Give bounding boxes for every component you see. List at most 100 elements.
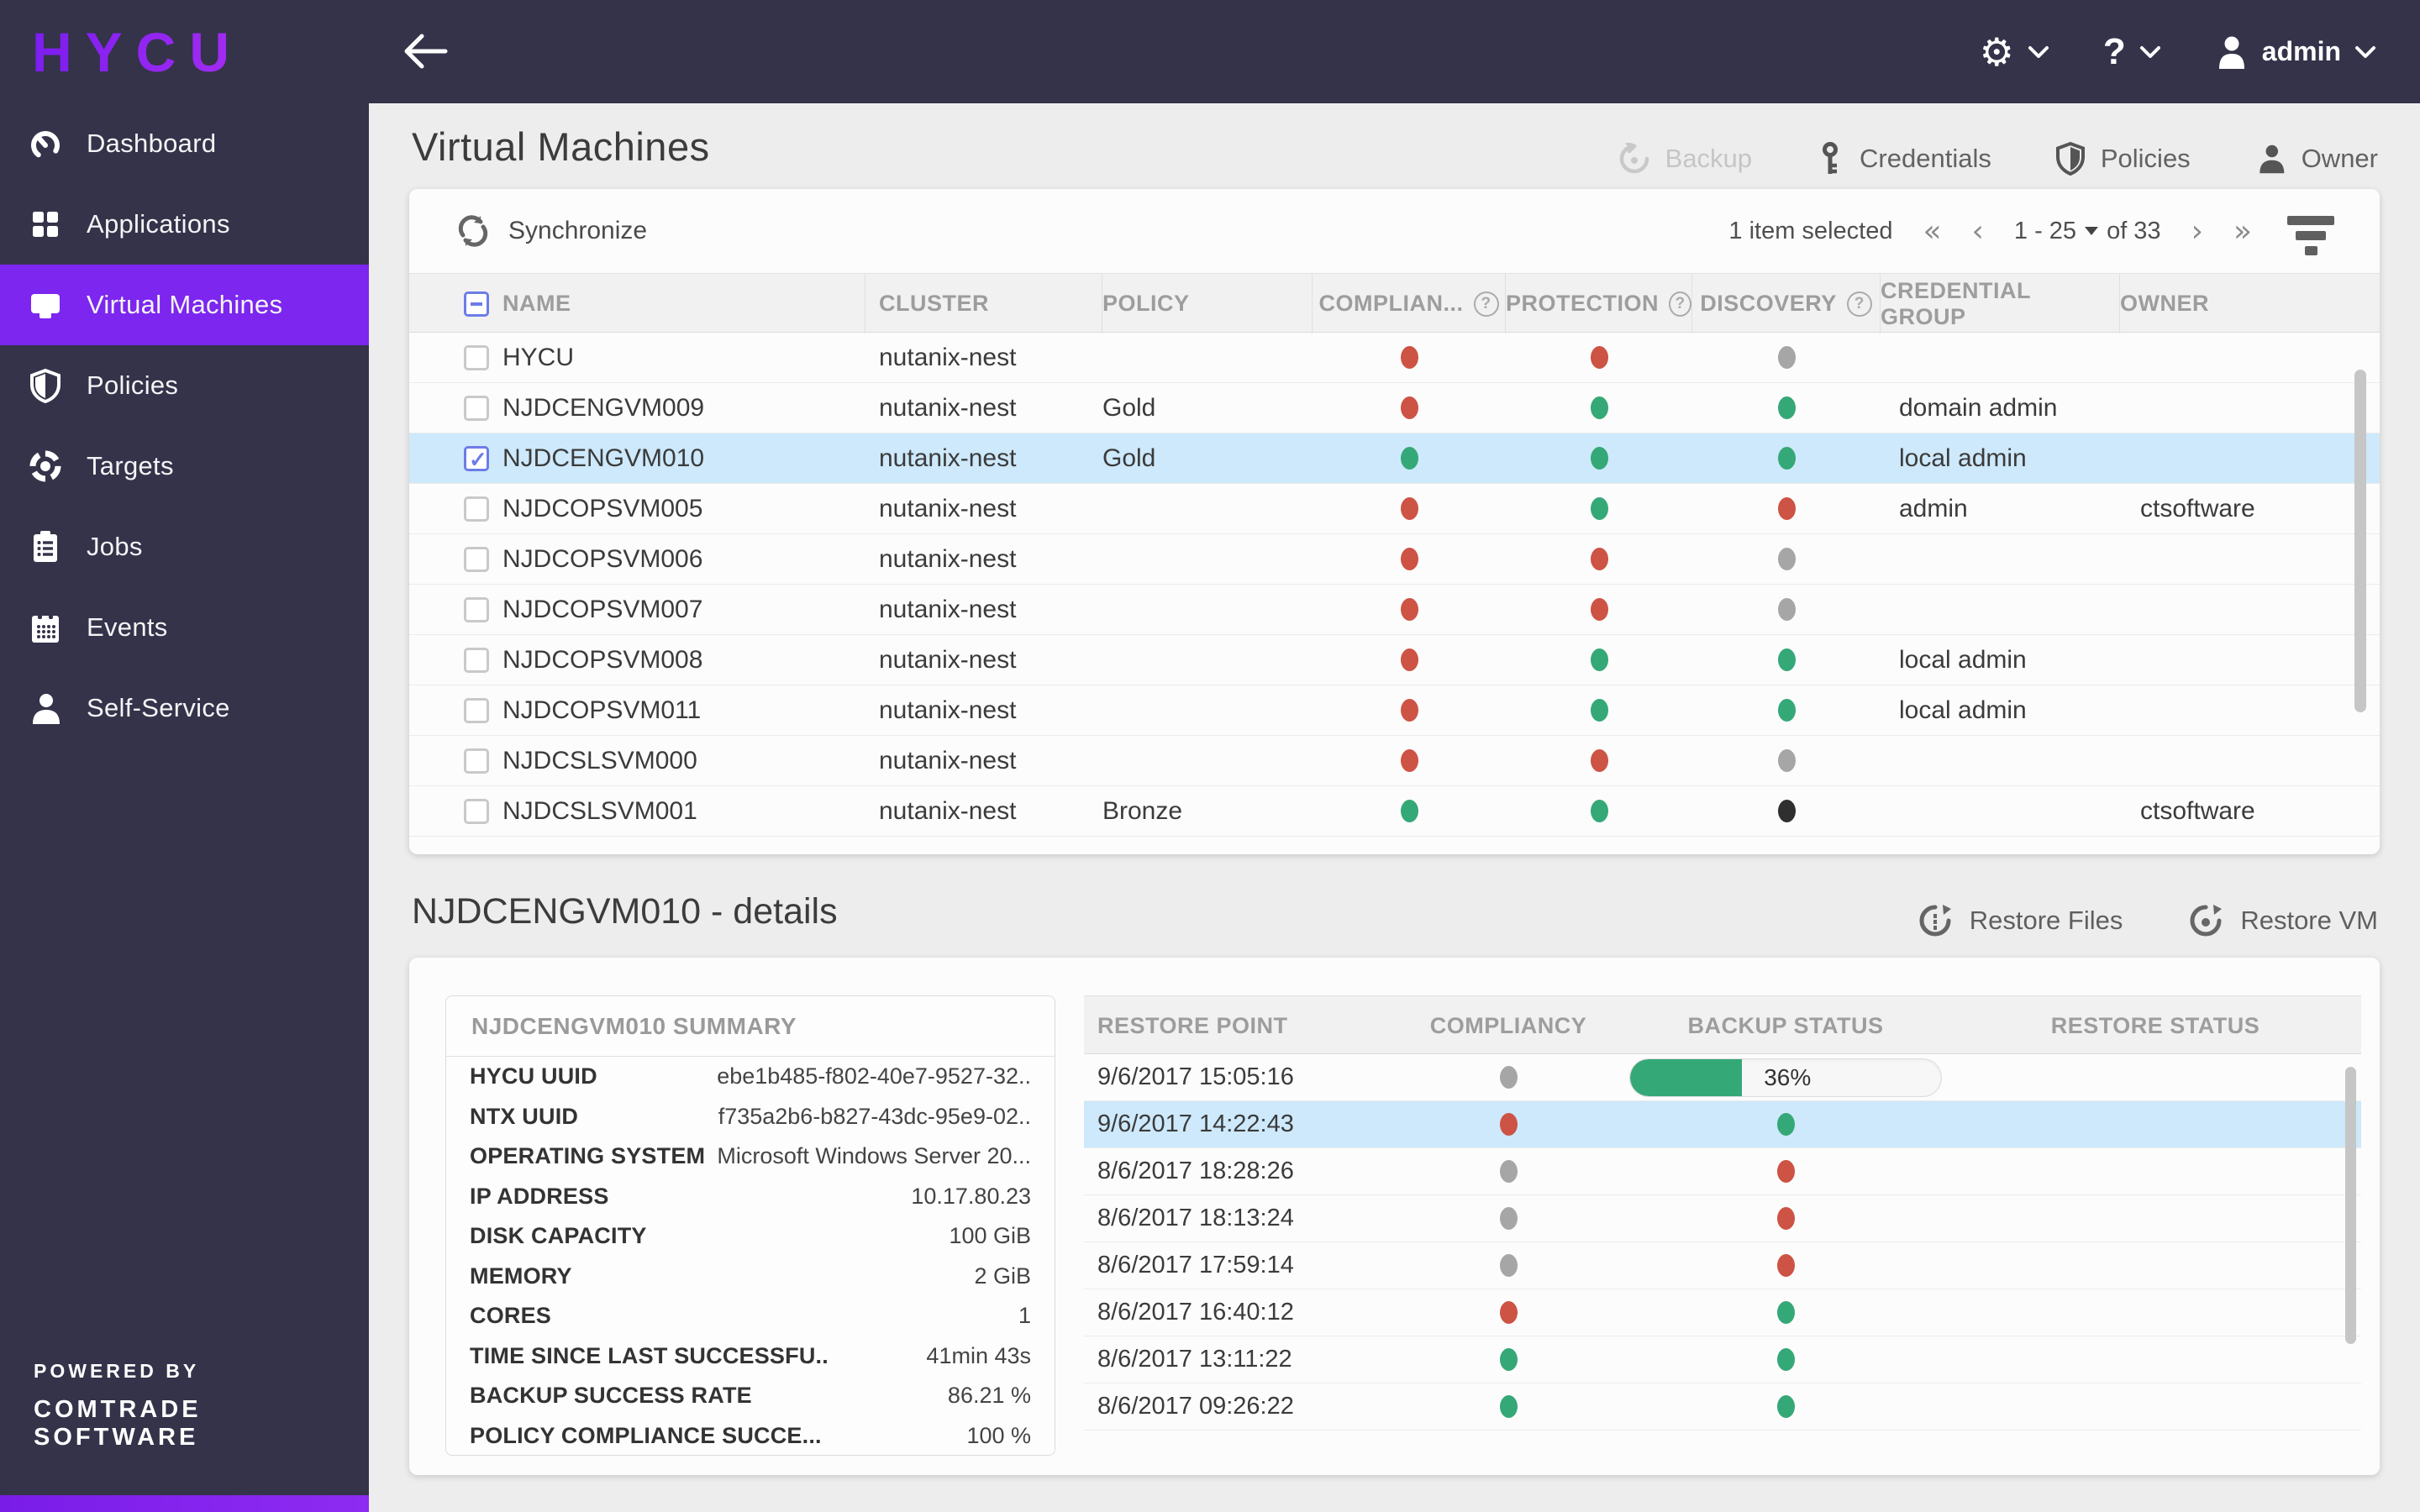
sidebar-item-events[interactable]: Events (0, 587, 369, 668)
row-checkbox[interactable] (464, 395, 489, 421)
row-checkbox-cell (409, 748, 502, 774)
sidebar-item-applications[interactable]: Applications (0, 184, 369, 265)
credentials-button[interactable]: Credentials (1816, 142, 1991, 176)
filter-button[interactable] (2282, 211, 2339, 260)
sync-icon (456, 214, 490, 248)
red-status-dot (1776, 1254, 1795, 1277)
vm-policy: Bronze (1102, 796, 1183, 825)
table-row[interactable]: HYCU nutanix-nest (409, 333, 2380, 383)
chevron-down-icon (2028, 45, 2049, 59)
row-checkbox[interactable] (464, 798, 489, 824)
summary-row: BACKUP SUCCESS RATE 86.21 % (446, 1376, 1055, 1416)
column-header-discovery[interactable]: DISCOVERY ? (1692, 274, 1881, 333)
restore-point-time: 8/6/2017 09:26:22 (1097, 1393, 1294, 1420)
column-header-compliance[interactable]: COMPLIAN... ? (1313, 274, 1506, 333)
user-menu[interactable]: admin (2215, 34, 2376, 70)
row-checkbox[interactable] (464, 546, 489, 572)
vm-policy: Gold (1102, 393, 1156, 422)
page-total-label: of 33 (2107, 217, 2161, 244)
sidebar-item-jobs[interactable]: Jobs (0, 507, 369, 587)
row-checkbox[interactable] (464, 445, 489, 473)
table-row[interactable]: NJDCOPSVM008 nutanix-nest local admin (409, 635, 2380, 685)
green-status-dot (1400, 447, 1418, 470)
green-status-dot (1777, 648, 1796, 671)
table-row[interactable]: NJDCENGVM010 nutanix-nest Gold local admin (409, 433, 2380, 484)
restore-point-row[interactable]: 9/6/2017 15:05:16 36% (1084, 1054, 2361, 1101)
column-header-credential-group[interactable]: CREDENTIAL GROUP (1881, 274, 2120, 333)
backup-progress-fill (1630, 1058, 1743, 1096)
row-checkbox[interactable] (464, 344, 489, 370)
status-dot-cell (1506, 346, 1692, 369)
table-row[interactable]: NJDCOPSVM007 nutanix-nest (409, 585, 2380, 635)
restore-files-button[interactable]: Restore Files (1918, 903, 2123, 938)
next-page-button[interactable]: › (2191, 214, 2203, 249)
backup-button[interactable]: Backup (1618, 143, 1752, 175)
person-icon (28, 690, 63, 726)
prev-page-button[interactable]: ‹ (1971, 214, 1983, 249)
red-status-dot (1400, 497, 1418, 520)
row-checkbox-cell (409, 546, 502, 572)
sidebar-item-label: Targets (87, 451, 174, 480)
restore-point-row[interactable]: 8/6/2017 18:28:26 (1084, 1148, 2361, 1195)
settings-menu[interactable]: ⚙ (1980, 33, 2049, 71)
row-checkbox[interactable] (464, 647, 489, 673)
synchronize-button[interactable]: Synchronize (456, 214, 647, 248)
column-header-cluster[interactable]: CLUSTER (865, 274, 1102, 333)
select-all-checkbox[interactable] (464, 291, 489, 317)
vm-credential-group: admin (1899, 494, 1968, 522)
table-row[interactable]: NJDCOPSVM011 nutanix-nest local admin (409, 685, 2380, 736)
sidebar-item-targets[interactable]: Targets (0, 426, 369, 507)
row-checkbox[interactable] (464, 496, 489, 522)
help-circle-icon[interactable]: ? (1846, 291, 1872, 317)
column-header-owner[interactable]: OWNER (2120, 274, 2380, 333)
sidebar-item-self-service[interactable]: Self-Service (0, 668, 369, 748)
vm-cluster: nutanix-nest (879, 645, 1017, 674)
table-row[interactable]: NJDCOPSVM006 nutanix-nest (409, 534, 2380, 585)
vm-name: NJDCSLSVM001 (502, 796, 697, 825)
restore-point-row[interactable]: 9/6/2017 14:22:43 (1084, 1101, 2361, 1148)
vm-owner: ctsoftware (2140, 494, 2255, 522)
summary-value: 86.21 % (947, 1383, 1031, 1409)
sidebar-item-virtual-machines[interactable]: Virtual Machines (0, 265, 369, 345)
row-checkbox[interactable] (464, 748, 489, 774)
restore-point-row[interactable]: 8/6/2017 09:26:22 (1084, 1383, 2361, 1431)
help-circle-icon[interactable]: ? (1669, 291, 1691, 317)
page-range-dropdown[interactable]: 1 - 25 of 33 (2014, 218, 2161, 245)
sidebar-item-dashboard[interactable]: Dashboard (0, 103, 369, 184)
sidebar-accent-bar (0, 1495, 369, 1512)
row-checkbox[interactable] (464, 596, 489, 622)
column-header-protection[interactable]: PROTECTION ? (1506, 274, 1692, 333)
help-menu[interactable]: ? (2103, 31, 2161, 73)
first-page-button[interactable]: « (1923, 214, 1941, 249)
restore-vm-button[interactable]: Restore VM (2188, 903, 2378, 938)
green-status-dot (1776, 1113, 1795, 1136)
restore-point-row[interactable]: 8/6/2017 17:59:14 (1084, 1242, 2361, 1289)
back-button[interactable] (402, 32, 449, 71)
backup-progress-bar: 36% (1629, 1058, 1942, 1097)
status-dot-cell (1313, 548, 1506, 570)
table-row[interactable]: NJDCOPSVM005 nutanix-nest admin ctsoftware (409, 484, 2380, 534)
column-header-policy[interactable]: POLICY (1102, 274, 1313, 333)
status-dot-cell (1622, 1207, 1949, 1230)
policies-button[interactable]: Policies (2055, 142, 2191, 176)
last-page-button[interactable]: » (2233, 214, 2252, 249)
status-dot-cell (1395, 1348, 1622, 1371)
restore-point-row[interactable]: 8/6/2017 16:40:12 (1084, 1289, 2361, 1336)
table-row[interactable]: NJDCSLSVM000 nutanix-nest (409, 736, 2380, 786)
status-dot-cell (1395, 1113, 1622, 1136)
table-row[interactable]: NJDCENGVM009 nutanix-nest Gold domain admin (409, 383, 2380, 433)
column-header-name[interactable]: NAME (502, 274, 865, 333)
powered-by-block: POWERED BY COMTRADE SOFTWARE (34, 1360, 369, 1452)
owner-button[interactable]: Owner (2254, 143, 2378, 175)
status-dot-cell (1506, 497, 1692, 520)
restore-points-scrollbar[interactable] (2345, 1067, 2356, 1344)
vm-table-scrollbar[interactable] (2354, 370, 2366, 712)
sidebar-item-policies[interactable]: Policies (0, 345, 369, 426)
restore-point-row[interactable]: 8/6/2017 13:11:22 (1084, 1336, 2361, 1383)
restore-point-row[interactable]: 8/6/2017 18:13:24 (1084, 1195, 2361, 1242)
table-row[interactable]: NJDCSLSVM001 nutanix-nest Bronze ctsoftware (409, 786, 2380, 837)
selection-status: 1 item selected (1728, 217, 1893, 244)
row-checkbox[interactable] (464, 697, 489, 723)
help-circle-icon[interactable]: ? (1473, 291, 1499, 317)
user-label: admin (2261, 36, 2341, 66)
